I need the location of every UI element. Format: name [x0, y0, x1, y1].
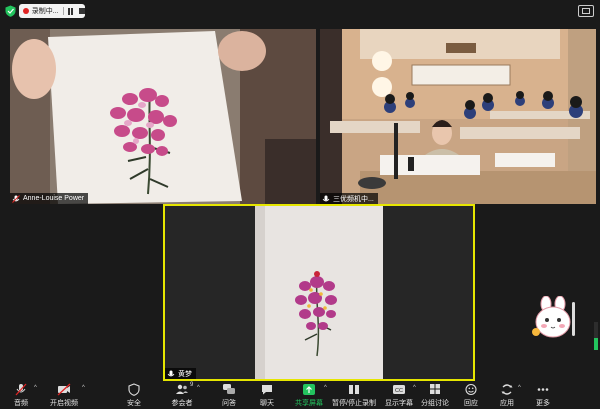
recording-dot-icon: [23, 8, 29, 14]
video-feed-image: [320, 29, 596, 204]
microphone-muted-icon: [15, 383, 27, 396]
breakout-rooms-label: 分组讨论: [421, 400, 449, 407]
captions-label: 显示字幕: [385, 400, 413, 407]
share-screen-label: 共享屏幕: [295, 400, 323, 407]
svg-text:CC: CC: [395, 388, 403, 394]
microphone-muted-icon: [12, 194, 20, 203]
bunny-sticker-image: [532, 296, 575, 338]
reaction-icon: [465, 383, 477, 396]
qa-label: 问答: [222, 400, 236, 407]
video-tile-classroom[interactable]: 三优频机中...: [320, 29, 596, 204]
audio-label: 音频: [14, 400, 28, 407]
participant-count: 9: [190, 382, 194, 388]
recording-label: 录制中...: [31, 8, 59, 15]
video-off-icon: [57, 383, 71, 396]
participant-name: 黄梦: [178, 370, 192, 378]
chat-label: 聊天: [260, 400, 274, 407]
stop-recording-icon[interactable]: [79, 8, 85, 14]
meeting-toolbar: 音频 ^ 开启视频 ^ 安全 参会者 9 ^ 问答 聊天 共享屏幕 ^ 暂停/停…: [0, 381, 600, 409]
share-screen-button[interactable]: 共享屏幕: [294, 381, 324, 409]
participant-name: Anne-Louise Power: [23, 195, 85, 202]
video-feed-image: [10, 29, 316, 204]
participants-label: 参会者: [171, 400, 193, 407]
start-video-button[interactable]: 开启视频: [44, 381, 84, 409]
pause-stop-recording-button[interactable]: 暂停/停止录制: [332, 381, 376, 409]
security-button[interactable]: 安全: [120, 381, 148, 409]
captions-icon: CC: [393, 385, 405, 394]
captions-options-caret-icon[interactable]: ^: [413, 385, 416, 391]
chat-button[interactable]: 聊天: [254, 381, 280, 409]
pause-stop-recording-label: 暂停/停止录制: [332, 400, 376, 407]
audio-options-caret-icon[interactable]: ^: [34, 385, 37, 391]
apps-options-caret-icon[interactable]: ^: [518, 385, 521, 391]
share-screen-icon: [303, 384, 315, 395]
share-options-caret-icon[interactable]: ^: [324, 385, 327, 391]
reactions-label: 回应: [464, 400, 478, 407]
breakout-rooms-button[interactable]: 分组讨论: [420, 381, 450, 409]
participant-name-tag: Anne-Louise Power: [10, 193, 89, 204]
video-tile-anne-louise[interactable]: Anne-Louise Power: [10, 29, 316, 204]
captions-button[interactable]: CC 显示字幕: [384, 381, 414, 409]
chat-icon: [262, 385, 272, 395]
gallery-view-icon[interactable]: [578, 5, 594, 17]
apps-icon: [501, 384, 513, 395]
participant-name-tag: 三优频机中...: [320, 193, 378, 204]
audio-button[interactable]: 音频: [6, 381, 36, 409]
microphone-icon: [322, 195, 330, 201]
video-feed-image: [165, 206, 473, 379]
start-video-label: 开启视频: [50, 400, 78, 407]
more-button[interactable]: 更多: [532, 381, 554, 409]
video-options-caret-icon[interactable]: ^: [82, 385, 85, 391]
volume-level-bar: [594, 322, 598, 350]
more-icon: [537, 388, 549, 391]
meeting-top-bar: [0, 0, 600, 22]
microphone-icon: [167, 370, 175, 376]
more-label: 更多: [536, 400, 550, 407]
participants-icon: [176, 384, 188, 394]
security-label: 安全: [127, 400, 141, 407]
participant-name: 三优频机中...: [333, 195, 374, 203]
participants-options-caret-icon[interactable]: ^: [197, 385, 200, 391]
apps-label: 应用: [500, 400, 514, 407]
qa-button[interactable]: 问答: [216, 381, 242, 409]
video-tile-active-speaker[interactable]: 黄梦: [163, 204, 475, 381]
pause-recording-icon[interactable]: [67, 7, 75, 15]
apps-button[interactable]: 应用: [496, 381, 518, 409]
security-shield-icon[interactable]: [5, 5, 16, 17]
breakout-icon: [430, 384, 440, 394]
divider: [62, 7, 64, 15]
reactions-button[interactable]: 回应: [460, 381, 482, 409]
record-pause-icon: [349, 385, 359, 394]
recording-indicator[interactable]: 录制中...: [19, 4, 85, 18]
qa-icon: [223, 384, 235, 394]
participant-name-tag: 黄梦: [165, 368, 196, 379]
shield-icon: [128, 383, 140, 396]
